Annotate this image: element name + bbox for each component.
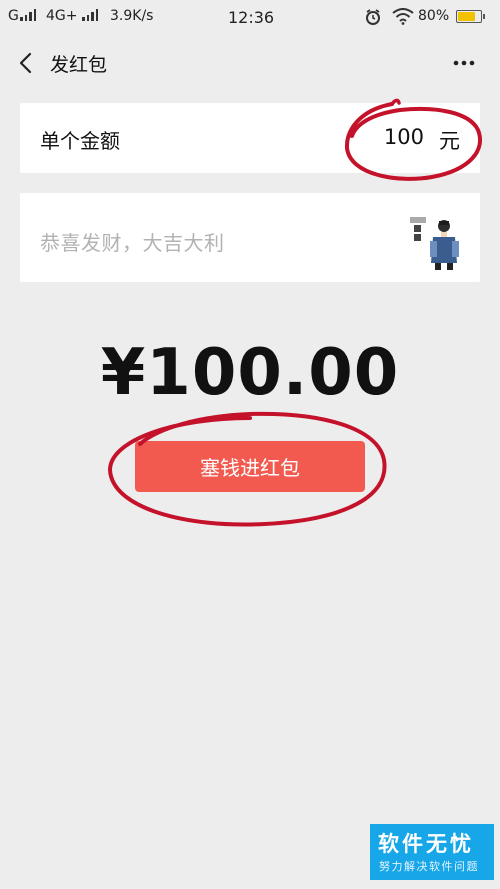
amount-label: 单个金额: [40, 129, 120, 153]
sticker-icon[interactable]: [408, 213, 464, 271]
watermark-subtitle: 努力解决软件问题: [379, 860, 479, 873]
watermark-logo: 软件无忧 努力解决软件问题: [370, 824, 494, 880]
amount-input-row[interactable]: 单个金额 100 元: [20, 103, 480, 173]
network-speed: 3.9K/s: [110, 8, 154, 24]
clock: 12:36: [228, 8, 275, 27]
back-arrow-icon[interactable]: [14, 50, 40, 76]
carrier-label: G: [8, 8, 19, 24]
battery-percent: 80%: [418, 8, 450, 24]
blessing-input[interactable]: 恭喜发财，大吉大利: [20, 193, 480, 282]
amount-unit: 元: [439, 129, 460, 153]
alarm-icon: [366, 9, 380, 25]
network-label: 4G+: [46, 8, 78, 24]
signal-icon: [20, 8, 36, 24]
battery-icon: [456, 10, 485, 23]
page-title: 发红包: [50, 54, 108, 76]
blessing-placeholder: 恭喜发财，大吉大利: [40, 231, 225, 255]
send-red-packet-button[interactable]: 塞钱进红包: [135, 441, 365, 492]
status-bar: G 4G+ 3.9K/s 12:36 80%: [0, 0, 500, 34]
signal-icon: [82, 8, 98, 24]
more-dots-icon[interactable]: [446, 52, 482, 74]
nav-bar: 发红包: [0, 34, 500, 92]
amount-input[interactable]: 100: [384, 125, 424, 149]
total-amount: ¥100.00: [100, 336, 400, 410]
watermark-title: 软件无忧: [378, 832, 474, 856]
wifi-icon: [392, 8, 414, 25]
